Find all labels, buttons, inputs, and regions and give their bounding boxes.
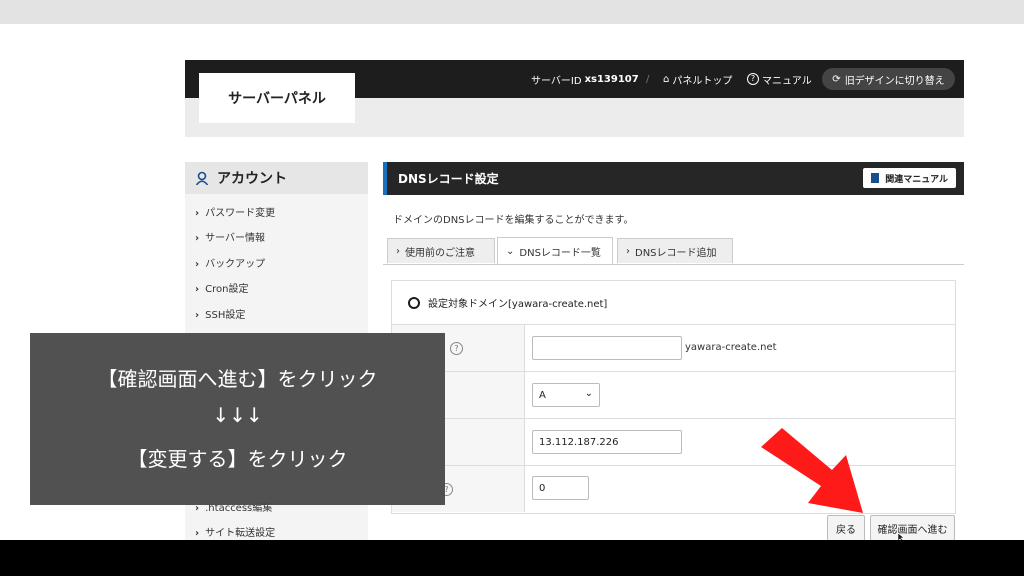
instruction-line-2: 【変更する】をクリック <box>127 447 348 471</box>
chevron-down-icon: ⌄ <box>584 388 593 399</box>
old-design-label: 旧デザインに切り替え <box>844 75 945 87</box>
mouse-cursor-icon <box>898 533 905 540</box>
record-type-value: A <box>539 389 546 401</box>
tab-label: 使用前のご注意 <box>405 247 475 259</box>
manual-link[interactable]: ? マニュアル <box>747 60 812 98</box>
question-icon: ? <box>747 73 759 85</box>
related-manual-button[interactable]: 関連マニュアル <box>863 168 956 188</box>
sidebar-heading-label: アカウント <box>217 171 287 187</box>
sidebar-item-backup[interactable]: › バックアップ <box>195 255 265 270</box>
red-arrow-icon <box>761 428 863 513</box>
home-icon: ⌂ <box>663 73 670 85</box>
chevron-right-icon: › <box>195 233 200 244</box>
old-design-button[interactable]: ⟳ 旧デザインに切り替え <box>822 68 955 90</box>
instruction-line-1: 【確認画面へ進む】をクリック <box>97 367 378 391</box>
host-row: ? yawara-create.net <box>392 325 955 372</box>
chevron-right-icon: › <box>626 245 630 257</box>
chevron-right-icon: › <box>195 208 200 219</box>
panel-top-link[interactable]: ⌂ パネルトップ <box>663 60 732 98</box>
chevron-right-icon: › <box>195 284 200 295</box>
chevron-right-icon: › <box>195 310 200 321</box>
help-icon[interactable]: ? <box>450 342 463 355</box>
tab-dns-record-list[interactable]: ⌄ DNSレコード一覧 <box>497 237 613 264</box>
sidebar-item-label: Cron設定 <box>205 284 249 295</box>
sidebar-item-label: サイト転送設定 <box>205 528 276 539</box>
record-type-select[interactable]: A ⌄ <box>532 383 600 407</box>
account-icon <box>195 171 209 185</box>
chevron-right-icon: › <box>195 528 200 539</box>
server-id: サーバーID xs139107 <box>531 60 639 98</box>
server-panel-logo[interactable]: サーバーパネル <box>199 73 355 123</box>
browser-top-strip <box>0 0 1024 24</box>
host-input[interactable] <box>532 336 682 360</box>
server-id-label: サーバーID <box>531 75 582 87</box>
chevron-down-icon: ⌄ <box>506 245 515 257</box>
tab-usage-notes[interactable]: › 使用前のご注意 <box>387 238 495 263</box>
sidebar-item-ssh[interactable]: › SSH設定 <box>195 306 245 321</box>
server-panel-header: サーバーID xs139107 / ⌂ パネルトップ ? マニュアル ⟳ 旧デザ… <box>185 60 964 137</box>
chevron-right-icon: › <box>396 245 400 257</box>
refresh-icon: ⟳ <box>832 73 841 85</box>
tab-label: DNSレコード一覧 <box>519 247 601 259</box>
tab-dns-record-add[interactable]: › DNSレコード追加 <box>617 238 733 263</box>
page-title: DNSレコード設定 <box>398 172 499 186</box>
book-icon <box>871 173 880 183</box>
chevron-right-icon: › <box>195 259 200 270</box>
sidebar-item-site-transfer[interactable]: › サイト転送設定 <box>195 524 275 539</box>
target-domain-label: 設定対象ドメイン[yawara-create.net] <box>428 299 608 310</box>
sidebar-heading: アカウント <box>185 162 368 194</box>
host-domain-suffix: yawara-create.net <box>685 342 777 353</box>
manual-label: マニュアル <box>762 75 812 87</box>
instruction-overlay: 【確認画面へ進む】をクリック ↓↓↓ 【変更する】をクリック <box>30 333 445 505</box>
page-title-bar: DNSレコード設定 関連マニュアル <box>383 162 964 195</box>
sidebar-item-cron[interactable]: › Cron設定 <box>195 280 248 295</box>
tab-label: DNSレコード追加 <box>635 247 717 259</box>
sidebar-item-password[interactable]: › パスワード変更 <box>195 204 275 219</box>
sidebar-item-server-info[interactable]: › サーバー情報 <box>195 229 265 244</box>
header-separator: / <box>646 73 650 85</box>
sidebar-item-label: SSH設定 <box>205 310 246 321</box>
content-input[interactable]: 13.112.187.226 <box>532 430 682 454</box>
priority-input[interactable]: 0 <box>532 476 589 500</box>
type-row: A ⌄ <box>392 372 955 419</box>
server-id-value: xs139107 <box>584 73 639 85</box>
related-manual-label: 関連マニュアル <box>885 174 948 185</box>
sidebar-item-label: バックアップ <box>205 259 266 270</box>
main-content: DNSレコード設定 関連マニュアル ドメインのDNSレコードを編集することができ… <box>383 162 964 540</box>
instruction-arrows: ↓↓↓ <box>212 403 263 427</box>
target-domain-row: 設定対象ドメイン[yawara-create.net] <box>392 281 955 325</box>
confirm-button[interactable]: 確認画面へ進む <box>870 515 955 540</box>
sidebar-item-label: サーバー情報 <box>205 233 266 244</box>
sidebar-item-label: パスワード変更 <box>205 208 276 219</box>
tab-bar: › 使用前のご注意 ⌄ DNSレコード一覧 › DNSレコード追加 <box>383 236 964 265</box>
radio-icon <box>408 296 420 309</box>
panel-top-label: パネルトップ <box>672 75 733 87</box>
page-description: ドメインのDNSレコードを編集することができます。 <box>393 215 634 226</box>
